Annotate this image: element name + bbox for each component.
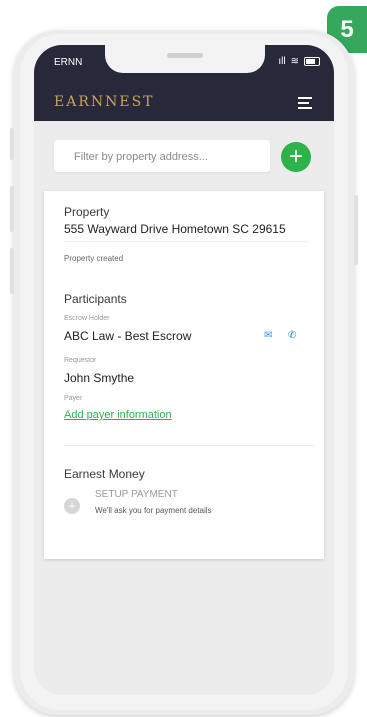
email-icon[interactable]: ✉ bbox=[264, 330, 272, 341]
escrow-holder-name: ABC Law - Best Escrow bbox=[64, 329, 192, 343]
phone-speaker bbox=[167, 53, 203, 58]
hamburger-menu-icon[interactable] bbox=[298, 97, 312, 109]
status-icons: ıll ≋ bbox=[278, 56, 320, 67]
signal-icon: ıll bbox=[278, 56, 286, 67]
phone-volume-down bbox=[10, 248, 14, 294]
property-divider bbox=[64, 241, 308, 242]
filter-address-input[interactable] bbox=[72, 140, 266, 174]
setup-payment-title[interactable]: SETUP PAYMENT bbox=[95, 489, 178, 500]
app-header: EARNNEST bbox=[34, 85, 334, 121]
filter-field[interactable] bbox=[54, 140, 270, 174]
phone-icon[interactable]: ✆ bbox=[288, 330, 296, 341]
requestor-name: John Smythe bbox=[64, 371, 135, 385]
property-address: 555 Wayward Drive Hometown SC 29615 bbox=[64, 222, 286, 236]
carrier-name: ERNN bbox=[54, 57, 83, 68]
property-heading: Property bbox=[64, 205, 110, 219]
earnnest-logo: EARNNEST bbox=[54, 94, 155, 110]
property-status: Property created bbox=[64, 254, 124, 263]
add-property-button[interactable]: + bbox=[281, 142, 311, 172]
earnest-money-heading: Earnest Money bbox=[64, 467, 145, 481]
participants-heading: Participants bbox=[64, 292, 127, 306]
transaction-card: Property 555 Wayward Drive Hometown SC 2… bbox=[44, 191, 324, 559]
requestor-label: Requestor bbox=[64, 357, 97, 364]
phone-notch bbox=[105, 45, 265, 73]
phone-volume-up bbox=[10, 186, 14, 232]
escrow-holder-label: Escrow Holder bbox=[64, 315, 110, 322]
participants-divider bbox=[64, 445, 314, 446]
wifi-icon: ≋ bbox=[290, 56, 299, 67]
payer-label: Payer bbox=[64, 395, 83, 402]
phone-mute-switch bbox=[10, 128, 14, 160]
battery-icon bbox=[304, 57, 320, 66]
add-payer-link[interactable]: Add payer information bbox=[64, 409, 172, 421]
phone-power-button bbox=[354, 195, 358, 265]
setup-payment-description: We'll ask you for payment details bbox=[95, 506, 212, 515]
setup-payment-plus-icon[interactable]: + bbox=[64, 498, 80, 514]
phone-screen: ERNN ıll ≋ EARNNEST + Property 555 Waywa… bbox=[34, 45, 334, 695]
